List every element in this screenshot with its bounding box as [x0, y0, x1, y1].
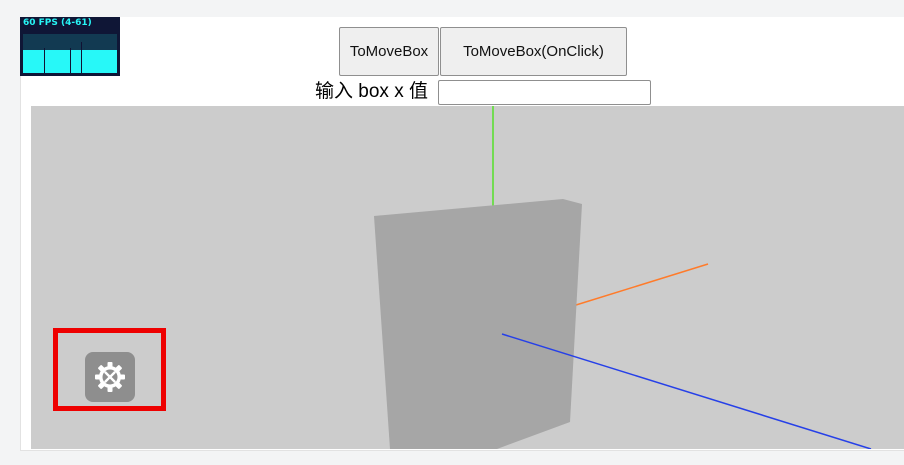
fps-graph-dip — [70, 48, 71, 73]
box-mesh — [374, 199, 582, 449]
box-x-input[interactable] — [438, 80, 651, 105]
box-x-input-label: 输入 box x 值 — [315, 81, 428, 102]
settings-highlight-box — [53, 328, 166, 411]
fps-graph-dip — [81, 42, 82, 73]
to-move-box-onclick-button[interactable]: ToMoveBox(OnClick) — [440, 27, 627, 76]
x-axis-line — [575, 263, 709, 306]
fps-graph — [23, 34, 117, 73]
to-move-box-button[interactable]: ToMoveBox — [339, 27, 439, 76]
fps-stats-panel[interactable]: 60 FPS (4-61) — [20, 17, 120, 76]
fps-text: 60 FPS (4-61) — [23, 18, 92, 28]
fps-graph-dip — [44, 48, 45, 73]
